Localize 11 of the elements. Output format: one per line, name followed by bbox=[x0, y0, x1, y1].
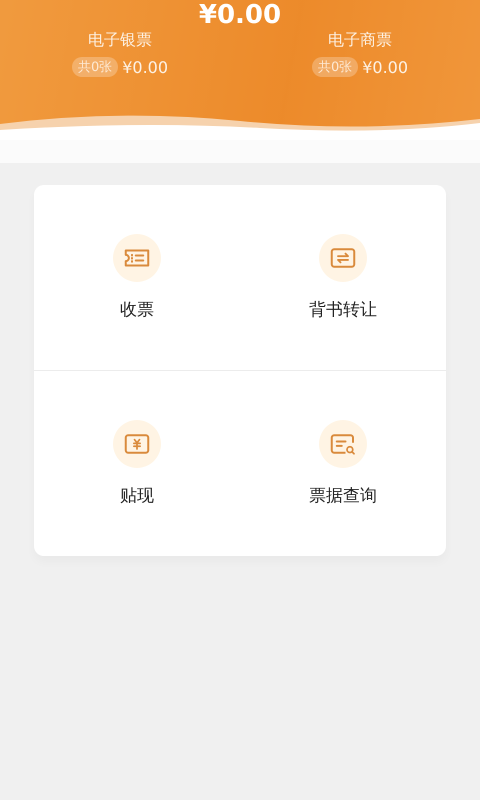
total-amount: ¥0.00 bbox=[198, 0, 282, 30]
action-button[interactable]: 收票 bbox=[34, 185, 240, 370]
count-pill: 共0张 bbox=[312, 57, 358, 77]
action-button[interactable]: 背书转让 bbox=[240, 185, 446, 370]
count-pill: 共0张 bbox=[72, 57, 118, 77]
summary-label: 电子商票 bbox=[328, 30, 392, 51]
action-button[interactable]: 票据查询 bbox=[240, 371, 446, 556]
summary-amount: ¥0.00 bbox=[122, 58, 168, 76]
summary-amount: ¥0.00 bbox=[362, 58, 408, 76]
action-button[interactable]: 贴现 bbox=[34, 371, 240, 556]
summary-label: 电子银票 bbox=[88, 30, 152, 51]
